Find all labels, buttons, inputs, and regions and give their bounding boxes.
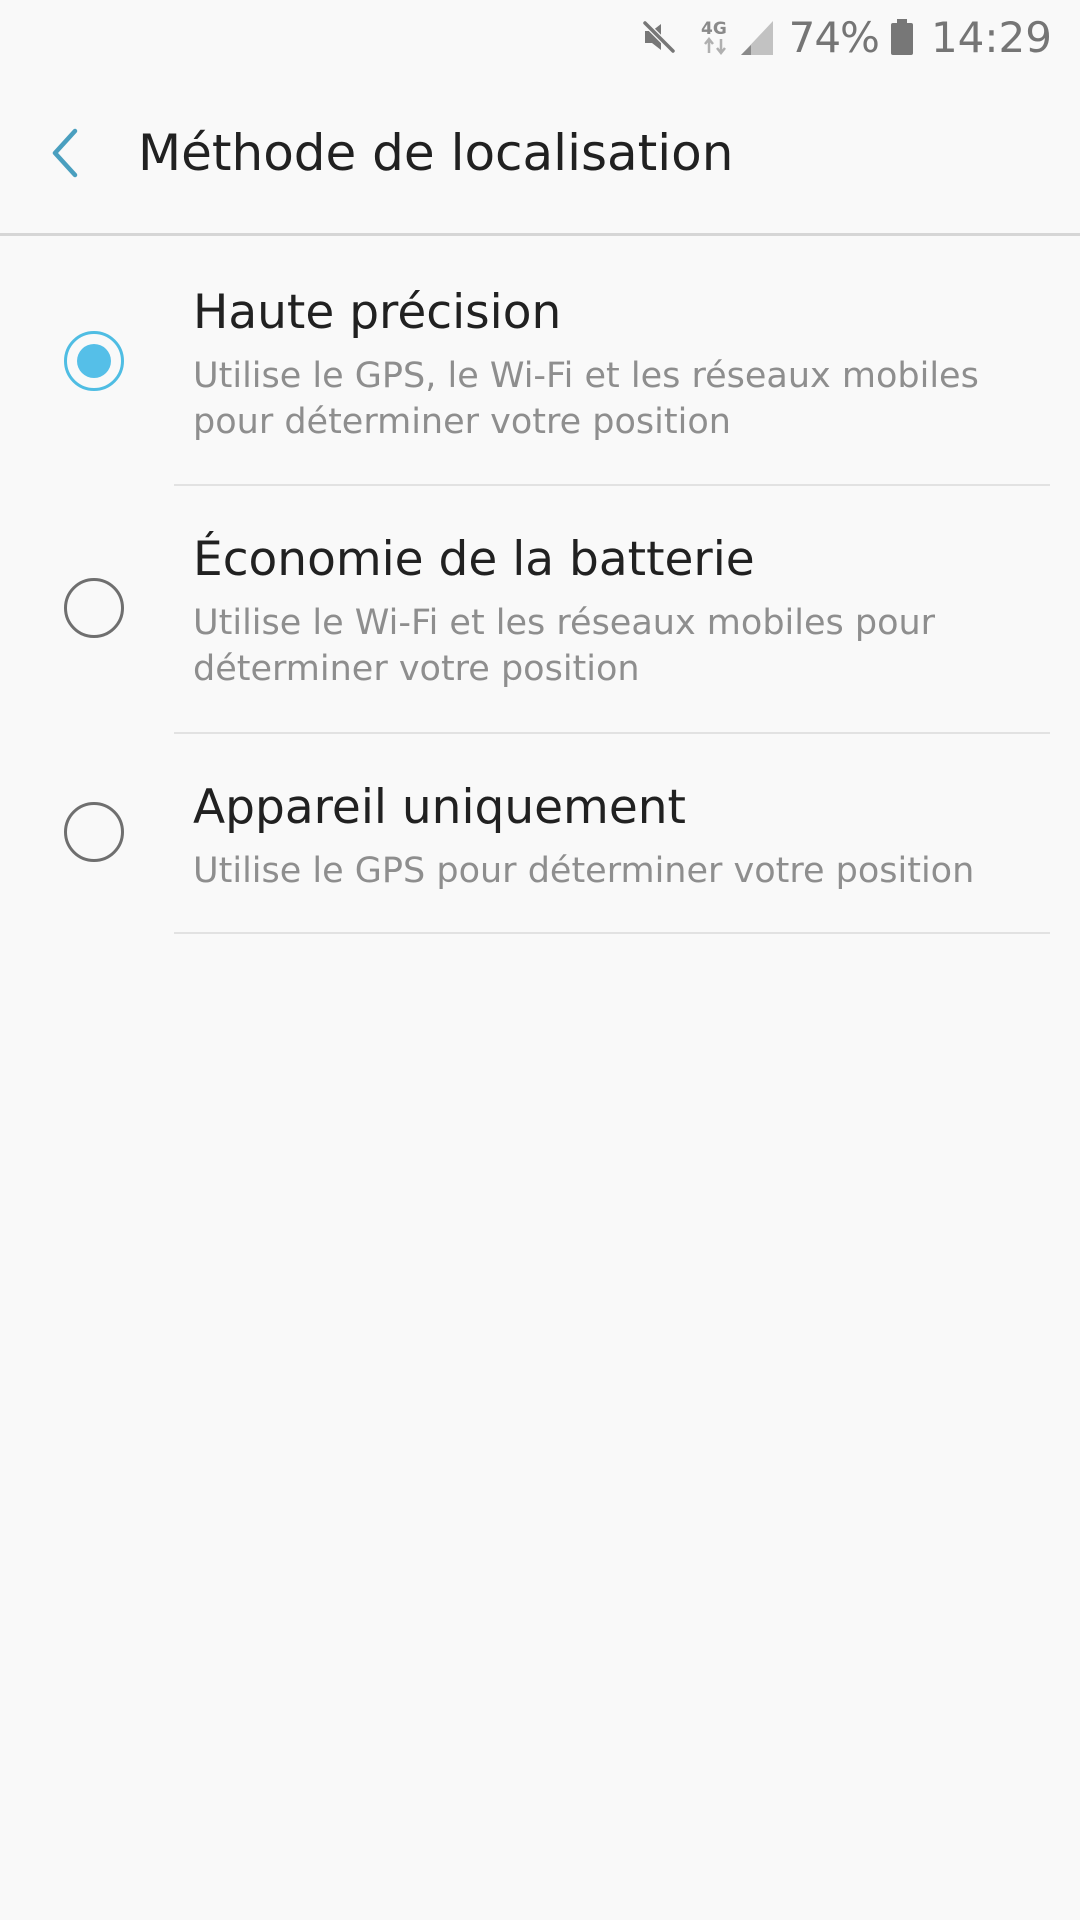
radio-button[interactable] bbox=[64, 802, 124, 862]
option-label: Appareil uniquement bbox=[193, 780, 686, 835]
option-high-accuracy[interactable]: Haute précision Utilise le GPS, le Wi-Fi… bbox=[0, 239, 1080, 486]
battery-percent: 74% bbox=[788, 12, 880, 62]
divider bbox=[174, 932, 1050, 934]
option-battery-saving[interactable]: Économie de la batterie Utilise le Wi-Fi… bbox=[0, 486, 1080, 734]
radio-button-selected[interactable] bbox=[64, 331, 124, 391]
option-text: Haute précision Utilise le GPS, le Wi-Fi… bbox=[193, 283, 1020, 445]
option-device-only[interactable]: Appareil uniquement Utilise le GPS pour … bbox=[0, 734, 1080, 934]
radio-button[interactable] bbox=[64, 578, 124, 638]
network-4g-icon: 4G bbox=[699, 16, 733, 58]
option-description: Utilise le Wi-Fi et les réseaux mobiles … bbox=[193, 603, 936, 689]
option-description: Utilise le GPS pour déterminer votre pos… bbox=[193, 851, 975, 891]
network-type-label: 4G bbox=[701, 19, 727, 39]
app-bar: Méthode de localisation bbox=[0, 74, 1080, 236]
page-title: Méthode de localisation bbox=[138, 124, 734, 182]
clock: 14:29 bbox=[930, 12, 1052, 62]
option-label: Économie de la batterie bbox=[193, 532, 755, 587]
status-bar: 4G 74% 14:29 bbox=[0, 0, 1080, 74]
mute-icon bbox=[641, 19, 677, 55]
option-description: Utilise le GPS, le Wi-Fi et les réseaux … bbox=[193, 356, 979, 442]
option-text: Économie de la batterie Utilise le Wi-Fi… bbox=[193, 530, 1020, 692]
option-label: Haute précision bbox=[193, 285, 562, 340]
signal-icon bbox=[739, 17, 775, 57]
radio-selected-dot bbox=[77, 344, 111, 378]
location-method-list: Haute précision Utilise le GPS, le Wi-Fi… bbox=[0, 239, 1080, 934]
battery-icon bbox=[889, 17, 915, 57]
back-button[interactable] bbox=[30, 118, 100, 188]
status-icons: 4G 74% 14:29 bbox=[641, 10, 1052, 64]
screen: 4G 74% 14:29 Méthode de localisation Hau… bbox=[0, 0, 1080, 1920]
chevron-left-icon bbox=[52, 128, 78, 178]
option-text: Appareil uniquement Utilise le GPS pour … bbox=[193, 778, 1020, 894]
